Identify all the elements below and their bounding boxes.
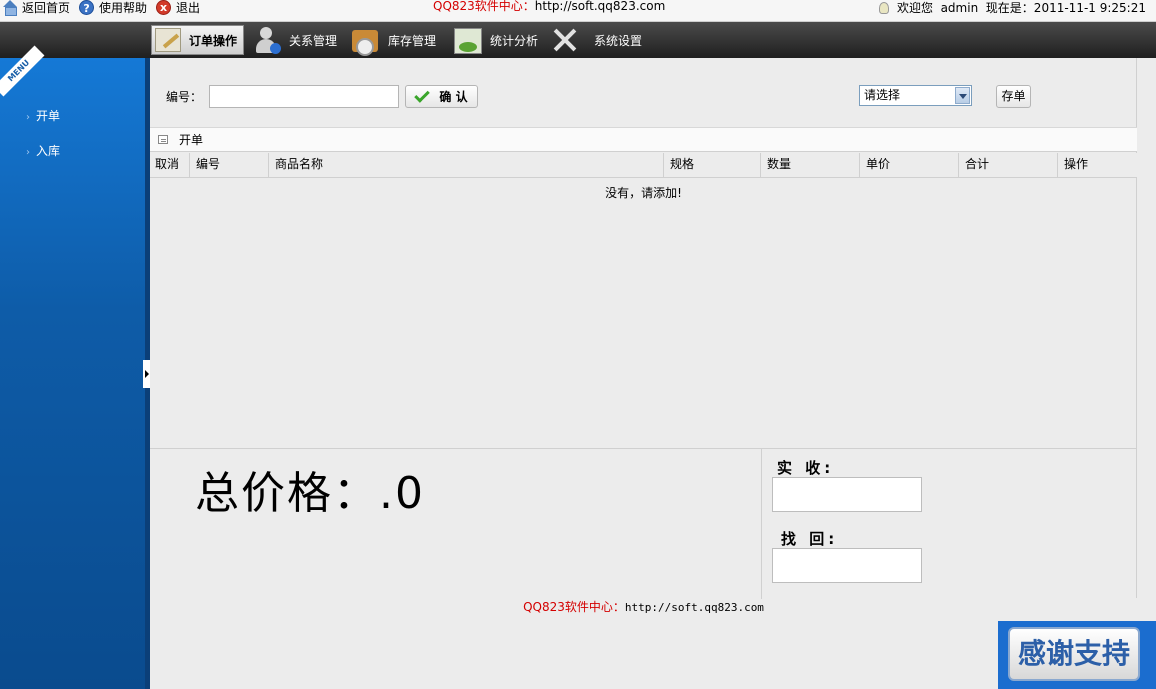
number-input[interactable] [209,85,399,108]
column-header-quantity: 数量 [760,153,859,178]
tab-label: 统计分析 [490,33,539,48]
site-name: QQ823软件中心： [433,0,535,13]
change-label: 找 回: [781,530,839,548]
footer-site-name: QQ823软件中心： [523,600,625,614]
help-icon: ? [79,0,95,15]
document-icon [158,135,168,144]
top-links: 返回首页 ? 使用帮助 x 退出 [2,0,209,16]
checkmark-icon [414,86,431,103]
empty-table-message: 没有，请添加! [605,186,682,200]
sidebar-item-stock-in[interactable]: 入库 [26,142,60,159]
main-panel: 编号： 确 认 请选择 存单 开单 取消 编号 商品名称 规格 数量 单价 合计… [150,58,1137,599]
section-header: 开单 [150,127,1137,152]
chevron-down-icon [955,87,970,104]
thanks-support-badge[interactable]: 感谢支持 [998,621,1156,689]
home-link-label: 返回首页 [22,0,71,15]
tab-relationship-management[interactable]: 关系管理 [253,25,337,55]
sidebar: MENU 开单 入库 [0,45,145,689]
tab-system-settings[interactable]: 系统设置 [550,25,642,55]
tab-label: 订单操作 [189,33,238,48]
column-header-unit-price: 单价 [859,153,958,178]
number-label: 编号： [166,90,203,104]
edit-icon [155,28,181,52]
main-nav: 订单操作 关系管理 库存管理 统计分析 系统设置 [0,22,1156,58]
select-value: 请选择 [864,88,901,102]
tools-icon [550,26,580,54]
home-icon [2,0,18,16]
home-link[interactable]: 返回首页 [2,0,70,16]
top-bar: 返回首页 ? 使用帮助 x 退出 QQ823软件中心：http://soft.q… [0,0,1156,22]
site-url: http://soft.qq823.com [534,0,666,13]
section-title: 开单 [179,133,204,147]
total-price-label: 总价格： [195,468,379,519]
welcome-text: 欢迎您 admin 现在是：2011-11-1 9:25:21 [896,0,1146,15]
column-header-action: 操作 [1057,153,1137,178]
user-status: 欢迎您 admin 现在是：2011-11-1 9:25:21 [878,0,1146,15]
tab-inventory-management[interactable]: 库存管理 [350,25,437,56]
thanks-support-label: 感谢支持 [1008,627,1140,681]
help-link[interactable]: ? 使用帮助 [79,0,147,16]
user-icon [253,26,281,54]
column-header-number: 编号 [189,153,268,178]
tab-statistics[interactable]: 统计分析 [452,25,538,55]
logout-link-label: 退出 [176,0,201,15]
confirm-button[interactable]: 确 认 [405,85,478,108]
column-header-subtotal: 合计 [958,153,1057,178]
footer-site-url: http://soft.qq823.com [624,601,764,614]
footer: QQ823软件中心：http://soft.qq823.com [150,598,1137,615]
column-header-cancel: 取消 [155,157,180,171]
chart-icon [452,26,482,54]
help-link-label: 使用帮助 [99,0,148,15]
order-table-header: 取消 编号 商品名称 规格 数量 单价 合计 操作 [150,153,1137,178]
tab-label: 关系管理 [289,33,338,48]
totals-area: 总价格：.0 实 收: 找 回: [150,448,1137,599]
save-order-button[interactable]: 存单 [996,85,1031,108]
total-price-value: .0 [379,468,425,519]
logout-link[interactable]: x 退出 [156,0,200,16]
column-header-spec: 规格 [663,153,760,178]
total-price: 总价格：.0 [195,457,425,521]
change-input[interactable] [772,548,922,583]
site-banner: QQ823软件中心：http://soft.qq823.com [433,0,665,12]
payment-box: 实 收: 找 回: [761,449,1137,599]
received-input[interactable] [772,477,922,512]
tab-order-operations[interactable]: 订单操作 [151,25,245,55]
sidebar-item-open-order[interactable]: 开单 [26,107,60,124]
tab-label: 库存管理 [388,33,437,48]
customer-select[interactable]: 请选择 [859,85,972,106]
box-icon [350,26,380,56]
tab-label: 系统设置 [594,33,643,48]
confirm-button-label: 确 认 [439,90,468,104]
lightbulb-icon [878,2,889,14]
column-header-product-name: 商品名称 [268,153,663,178]
close-icon: x [156,0,172,15]
order-toolbar: 编号： 确 认 请选择 存单 [150,58,1137,128]
received-label: 实 收: [777,459,835,477]
